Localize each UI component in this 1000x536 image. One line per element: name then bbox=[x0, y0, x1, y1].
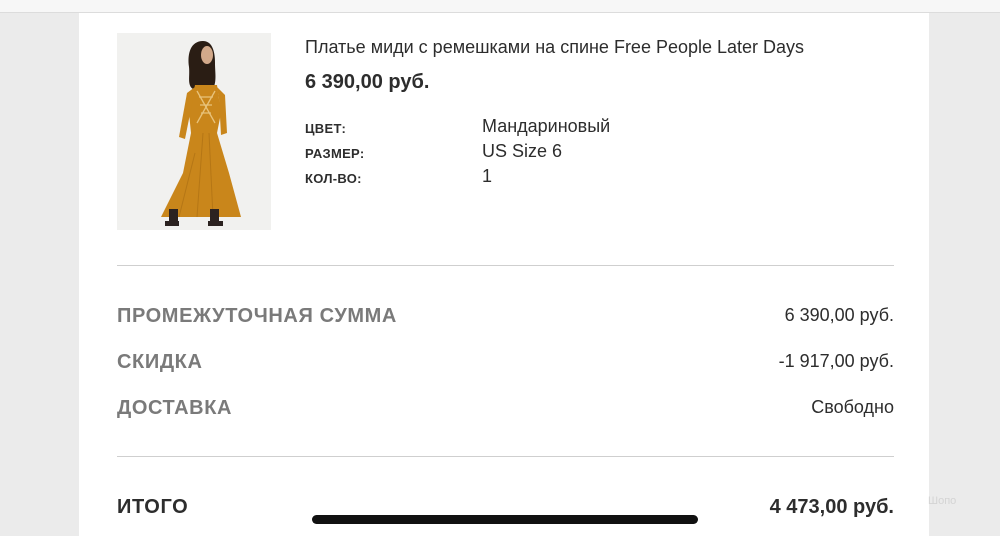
watermark-text: Шопо bbox=[928, 495, 957, 507]
attribute-row-color: ЦВЕТ: Мандариновый bbox=[305, 116, 705, 140]
total-value: 4 473,00 руб. bbox=[769, 496, 894, 518]
order-card: Платье миди с ремешками на спине Free Pe… bbox=[79, 13, 929, 536]
product-title[interactable]: Платье миди с ремешками на спине Free Pe… bbox=[305, 37, 804, 58]
dress-photo-icon bbox=[117, 33, 271, 230]
summary-row-delivery: ДОСТАВКА Свободно bbox=[117, 397, 894, 423]
subtotal-value: 6 390,00 руб. bbox=[784, 305, 894, 325]
subtotal-label: ПРОМЕЖУТОЧНАЯ СУММА bbox=[117, 305, 397, 327]
attribute-value-color: Мандариновый bbox=[482, 116, 611, 136]
discount-value: -1 917,00 руб. bbox=[778, 351, 894, 371]
divider-top bbox=[117, 265, 894, 266]
summary-row-subtotal: ПРОМЕЖУТОЧНАЯ СУММА 6 390,00 руб. bbox=[117, 305, 894, 331]
attribute-label-size: РАЗМЕР: bbox=[305, 146, 365, 161]
product-image[interactable] bbox=[117, 33, 271, 230]
attribute-label-color: ЦВЕТ: bbox=[305, 121, 347, 136]
delivery-value: Свободно bbox=[811, 397, 894, 417]
attribute-row-size: РАЗМЕР: US Size 6 bbox=[305, 141, 705, 165]
discount-label: СКИДКА bbox=[117, 351, 203, 373]
attribute-row-quantity: КОЛ-ВО: 1 bbox=[305, 166, 705, 190]
top-edge-bar bbox=[0, 0, 1000, 13]
product-price: 6 390,00 руб. bbox=[305, 71, 430, 93]
divider-bottom bbox=[117, 456, 894, 457]
attribute-label-quantity: КОЛ-ВО: bbox=[305, 171, 362, 186]
delivery-label: ДОСТАВКА bbox=[117, 397, 233, 419]
total-label: ИТОГО bbox=[117, 496, 189, 518]
home-indicator[interactable] bbox=[312, 515, 698, 524]
attribute-value-size: US Size 6 bbox=[482, 141, 563, 161]
attribute-value-quantity: 1 bbox=[482, 166, 493, 186]
summary-row-discount: СКИДКА -1 917,00 руб. bbox=[117, 351, 894, 377]
